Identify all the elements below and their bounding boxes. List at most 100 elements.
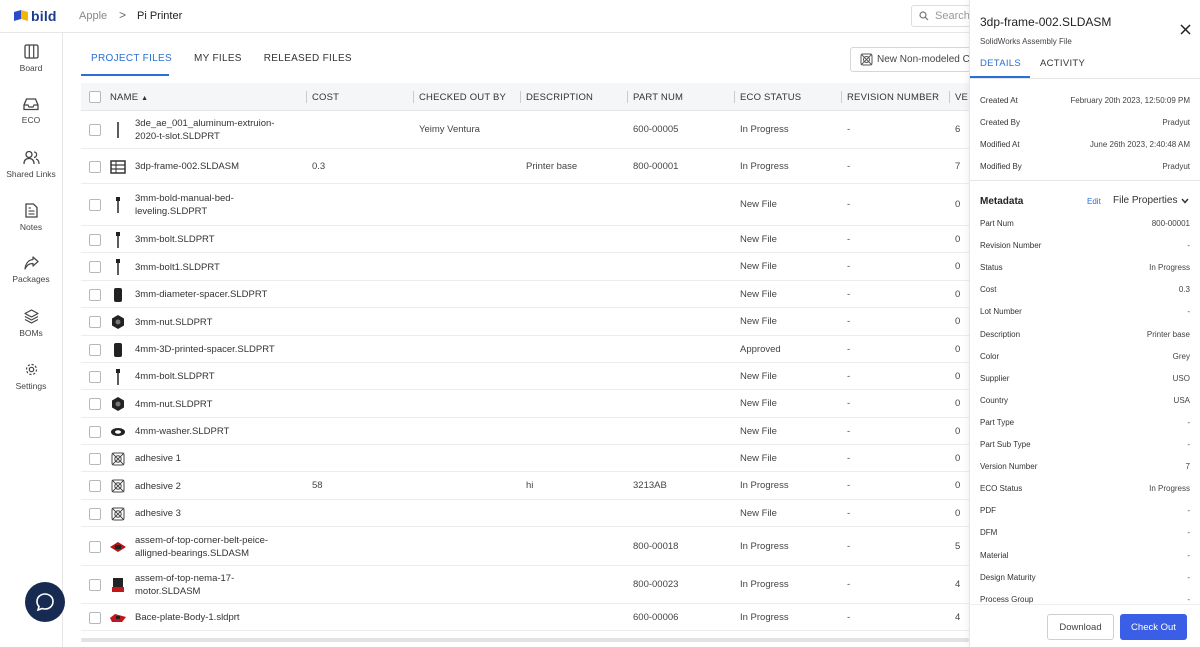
tab-released-files[interactable]: RELEASED FILES <box>264 53 352 75</box>
nav-settings[interactable]: Settings <box>0 362 62 391</box>
file-name[interactable]: 4mm-bolt.SLDPRT <box>135 370 295 383</box>
chat-support-button[interactable] <box>25 582 65 622</box>
file-name[interactable]: 3mm-bolt1.SLDPRT <box>135 261 295 274</box>
tab-activity[interactable]: ACTIVITY <box>1040 58 1085 69</box>
cell-checked-out-by: Yeimy Ventura <box>419 124 480 135</box>
column-header-cost[interactable]: COST <box>312 92 339 103</box>
row-checkbox[interactable] <box>89 540 101 553</box>
detail-key: Created By <box>980 118 1021 127</box>
table-row[interactable]: adhesive 1 New File - 0 <box>81 445 969 472</box>
file-name[interactable]: 3mm-bold-manual-bed-leveling.SLDPRT <box>135 192 295 218</box>
table-row[interactable]: assem-of-top-nema-17-motor.SLDASM 800-000… <box>81 566 969 604</box>
column-header-checked-out-by[interactable]: CHECKED OUT BY <box>419 92 506 103</box>
file-name[interactable]: 3mm-nut.SLDPRT <box>135 316 295 329</box>
table-row[interactable]: 3dp-frame-002.SLDASM 0.3 Printer base 800-0… <box>81 149 969 184</box>
file-name[interactable]: 3mm-bolt.SLDPRT <box>135 233 295 246</box>
cell-revision-number: - <box>847 611 851 623</box>
column-divider[interactable] <box>841 91 842 103</box>
table-row[interactable]: 4mm-washer.SLDPRT New File - 0 <box>81 418 969 445</box>
cell-version: 0 <box>955 370 961 382</box>
row-checkbox[interactable] <box>89 343 101 356</box>
file-name[interactable]: adhesive 3 <box>135 507 295 520</box>
panel-footer: Download Check Out <box>970 604 1200 647</box>
column-divider[interactable] <box>627 91 628 103</box>
bild-logo[interactable]: bild <box>14 8 57 24</box>
row-checkbox[interactable] <box>89 124 101 136</box>
file-name[interactable]: 3de_ae_001_aluminum-extruion-2020-t-slot… <box>135 117 295 143</box>
column-header-eco-status[interactable]: ECO STATUS <box>740 92 801 103</box>
table-row[interactable]: 3mm-nut.SLDPRT New File - 0 <box>81 308 969 336</box>
file-name[interactable]: adhesive 2 <box>135 480 295 493</box>
column-header-part-num[interactable]: PART NUM <box>633 92 683 103</box>
table-row[interactable]: 3mm-diameter-spacer.SLDPRT New File - 0 <box>81 281 969 308</box>
file-name[interactable]: 3mm-diameter-spacer.SLDPRT <box>135 288 295 301</box>
column-header-version[interactable]: VE <box>955 92 968 103</box>
row-checkbox[interactable] <box>89 199 101 211</box>
row-checkbox[interactable] <box>89 160 101 173</box>
table-row[interactable]: 4mm-nut.SLDPRT New File - 0 <box>81 390 969 418</box>
table-row[interactable]: 3de_ae_001_aluminum-extruion-2020-t-slot… <box>81 111 969 149</box>
table-row[interactable]: 3mm-bolt.SLDPRT New File - 0 <box>81 226 969 253</box>
row-checkbox[interactable] <box>89 425 101 438</box>
file-name[interactable]: adhesive 1 <box>135 452 295 465</box>
horizontal-scrollbar[interactable] <box>81 638 969 642</box>
file-name[interactable]: 4mm-washer.SLDPRT <box>135 425 295 438</box>
column-divider[interactable] <box>306 91 307 103</box>
cell-version: 0 <box>955 343 961 355</box>
metadata-value: 7 <box>1185 462 1190 472</box>
file-name[interactable]: 4mm-nut.SLDPRT <box>135 398 295 411</box>
metadata-edit-link[interactable]: Edit <box>1087 197 1101 206</box>
nav-board[interactable]: Board <box>0 44 62 73</box>
close-icon[interactable] <box>1180 24 1191 35</box>
file-name[interactable]: Bace-plate-Body-1.sldprt <box>135 611 295 624</box>
row-checkbox[interactable] <box>89 398 101 410</box>
table-row[interactable]: 3mm-bolt1.SLDPRT New File - 0 <box>81 253 969 281</box>
nav-boms[interactable]: BOMs <box>0 309 62 338</box>
tab-my-files[interactable]: MY FILES <box>194 53 242 75</box>
row-checkbox[interactable] <box>89 507 101 520</box>
new-non-modeled-button[interactable]: New Non-modeled C <box>850 47 980 72</box>
nav-notes[interactable]: Notes <box>0 203 62 232</box>
column-divider[interactable] <box>734 91 735 103</box>
table-row[interactable]: adhesive 2 58 hi 3213AB In Progress - 0 <box>81 472 969 500</box>
file-name[interactable]: 3dp-frame-002.SLDASM <box>135 160 295 173</box>
row-checkbox[interactable] <box>89 261 101 273</box>
file-name[interactable]: assem-of-top-nema-17-motor.SLDASM <box>135 572 295 598</box>
row-checkbox[interactable] <box>89 579 101 591</box>
row-checkbox[interactable] <box>89 233 101 246</box>
column-header-revision-number[interactable]: REVISION NUMBER <box>847 92 939 103</box>
table-row[interactable]: 3mm-bold-manual-bed-leveling.SLDPRT New F… <box>81 184 969 226</box>
nav-packages[interactable]: Packages <box>0 256 62 284</box>
row-checkbox[interactable] <box>89 480 101 492</box>
cell-eco-status: In Progress <box>740 480 789 491</box>
file-properties-dropdown[interactable]: File Properties <box>1113 195 1190 206</box>
table-row[interactable]: 4mm-3D-printed-spacer.SLDPRT Approved - 0 <box>81 336 969 363</box>
tab-details[interactable]: DETAILS <box>980 58 1021 69</box>
file-name[interactable]: assem-of-top-corner-belt-peice-alligned-… <box>135 534 295 560</box>
table-row[interactable]: 4mm-bolt.SLDPRT New File - 0 <box>81 363 969 390</box>
row-checkbox[interactable] <box>89 316 101 328</box>
column-header-description[interactable]: DESCRIPTION <box>526 92 593 103</box>
file-details-panel: 3dp-frame-002.SLDASM SolidWorks Assembly… <box>969 0 1200 647</box>
column-divider[interactable] <box>413 91 414 103</box>
column-divider[interactable] <box>949 91 950 103</box>
row-checkbox[interactable] <box>89 288 101 301</box>
detail-row: Modified At June 26th 2023, 2:40:48 AM <box>980 140 1190 152</box>
row-checkbox[interactable] <box>89 452 101 465</box>
file-name[interactable]: 4mm-3D-printed-spacer.SLDPRT <box>135 343 295 356</box>
table-row[interactable]: Bace-plate-Body-1.sldprt 600-00006 In Prog… <box>81 604 969 631</box>
breadcrumb-org[interactable]: Apple <box>79 10 107 22</box>
column-header-name[interactable]: NAME ▲ <box>110 92 148 103</box>
select-all-checkbox[interactable] <box>89 91 101 103</box>
nav-eco[interactable]: ECO <box>0 97 62 125</box>
tab-project-files[interactable]: PROJECT FILES <box>91 53 172 75</box>
row-checkbox[interactable] <box>89 370 101 383</box>
chat-bubble-icon <box>36 593 54 612</box>
check-out-button[interactable]: Check Out <box>1120 614 1187 640</box>
table-row[interactable]: assem-of-top-corner-belt-peice-alligned-… <box>81 527 969 566</box>
download-button[interactable]: Download <box>1047 614 1114 640</box>
row-checkbox[interactable] <box>89 611 101 624</box>
column-divider[interactable] <box>520 91 521 103</box>
nav-shared-links[interactable]: Shared Links <box>0 150 62 179</box>
table-row[interactable]: adhesive 3 New File - 0 <box>81 500 969 527</box>
